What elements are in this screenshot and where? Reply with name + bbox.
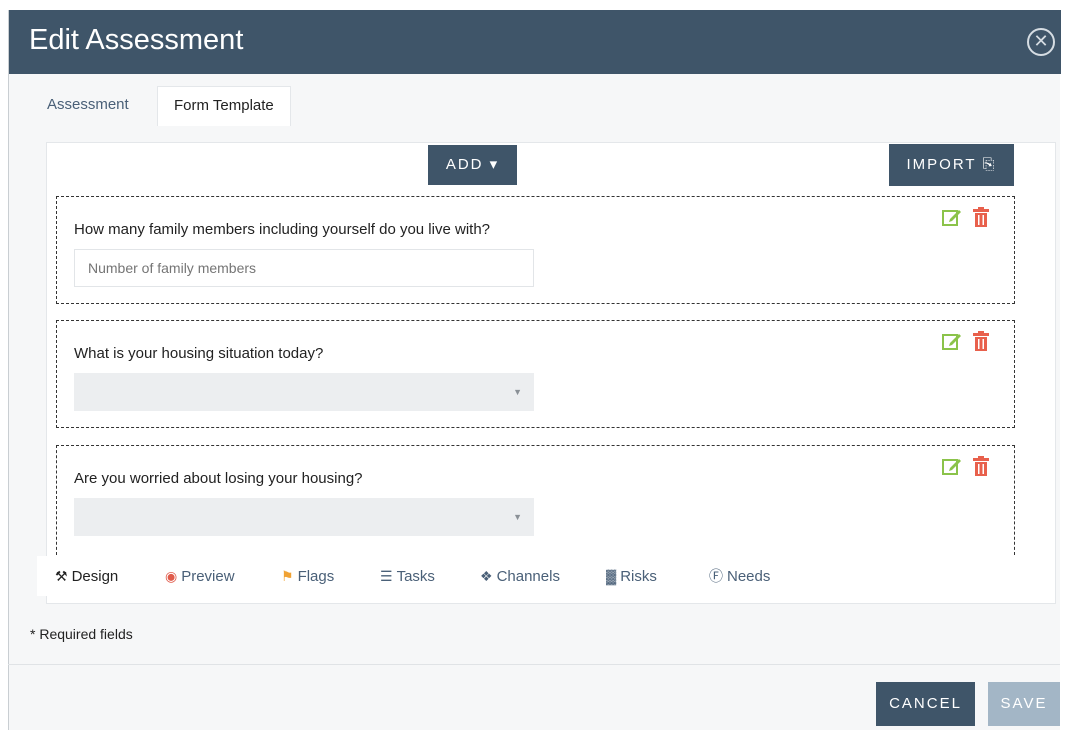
save-button[interactable]: SAVE	[988, 682, 1060, 726]
question-text: Are you worried about losing your housin…	[74, 470, 363, 487]
modal-title: Edit Assessment	[29, 24, 244, 56]
tab-assessment[interactable]: Assessment	[31, 86, 145, 126]
housing-worry-select[interactable]: ▼	[74, 498, 534, 536]
close-circle-icon[interactable]: ✕	[1027, 28, 1055, 56]
edit-icon[interactable]	[942, 207, 962, 227]
tab-needs[interactable]: Ⓕ Needs	[709, 556, 770, 596]
question-text: What is your housing situation today?	[74, 345, 324, 362]
tab-channels[interactable]: ❖ Channels	[480, 556, 560, 596]
list-icon: ☰	[380, 568, 393, 584]
modal-header: Edit Assessment ✕	[9, 10, 1061, 74]
add-button[interactable]: ADD ▾	[428, 145, 517, 185]
edit-icon[interactable]	[942, 456, 962, 476]
tab-flags[interactable]: ⚑ Flags	[281, 556, 334, 596]
edit-icon[interactable]	[942, 331, 962, 351]
cancel-button[interactable]: CANCEL	[876, 682, 975, 726]
tab-risks[interactable]: ▓ Risks	[606, 556, 657, 596]
chevron-down-icon: ▼	[513, 512, 522, 522]
tab-label: Preview	[181, 568, 235, 585]
trash-icon[interactable]	[972, 331, 990, 351]
trash-icon[interactable]	[972, 456, 990, 476]
tab-tasks[interactable]: ☰ Tasks	[380, 556, 435, 596]
chevron-down-icon: ▼	[513, 387, 522, 397]
question-text: How many family members including yourse…	[74, 221, 491, 238]
eye-icon: ◉	[165, 568, 178, 584]
question-actions	[942, 456, 996, 478]
chart-icon: ▓	[606, 568, 617, 584]
tab-preview[interactable]: ◉ Preview	[165, 556, 235, 596]
import-button[interactable]: IMPORT ⎘	[889, 144, 1014, 186]
tools-icon: ⚒	[55, 568, 68, 584]
accessibility-icon: Ⓕ	[709, 568, 723, 584]
tab-form-template[interactable]: Form Template	[157, 86, 291, 126]
tab-label: Design	[71, 568, 119, 585]
question-card[interactable]: What is your housing situation today? ▼	[56, 320, 1015, 428]
tab-label: Tasks	[396, 568, 435, 585]
tab-label: Flags	[297, 568, 335, 585]
required-fields-note: * Required fields	[30, 626, 133, 642]
tab-design[interactable]: ⚒ Design	[37, 556, 147, 596]
tab-label: Risks	[620, 568, 657, 585]
tab-label: Needs	[727, 568, 771, 585]
footer-divider	[8, 664, 1060, 665]
question-actions	[942, 207, 996, 229]
question-actions	[942, 331, 996, 353]
modal-tabs: Assessment Form Template	[9, 86, 1061, 126]
builder-tabs: ⚒ Design ◉ Preview ⚑ Flags ☰ Tasks ❖ Channels…	[37, 556, 1047, 596]
tab-label: Channels	[496, 568, 560, 585]
question-card[interactable]: Are you worried about losing your housin…	[56, 445, 1015, 555]
question-card[interactable]: How many family members including yourse…	[56, 196, 1015, 304]
flag-icon: ⚑	[281, 568, 294, 584]
family-members-input[interactable]	[74, 249, 534, 287]
trash-icon[interactable]	[972, 207, 990, 227]
housing-situation-select[interactable]: ▼	[74, 373, 534, 411]
cubes-icon: ❖	[480, 568, 493, 584]
